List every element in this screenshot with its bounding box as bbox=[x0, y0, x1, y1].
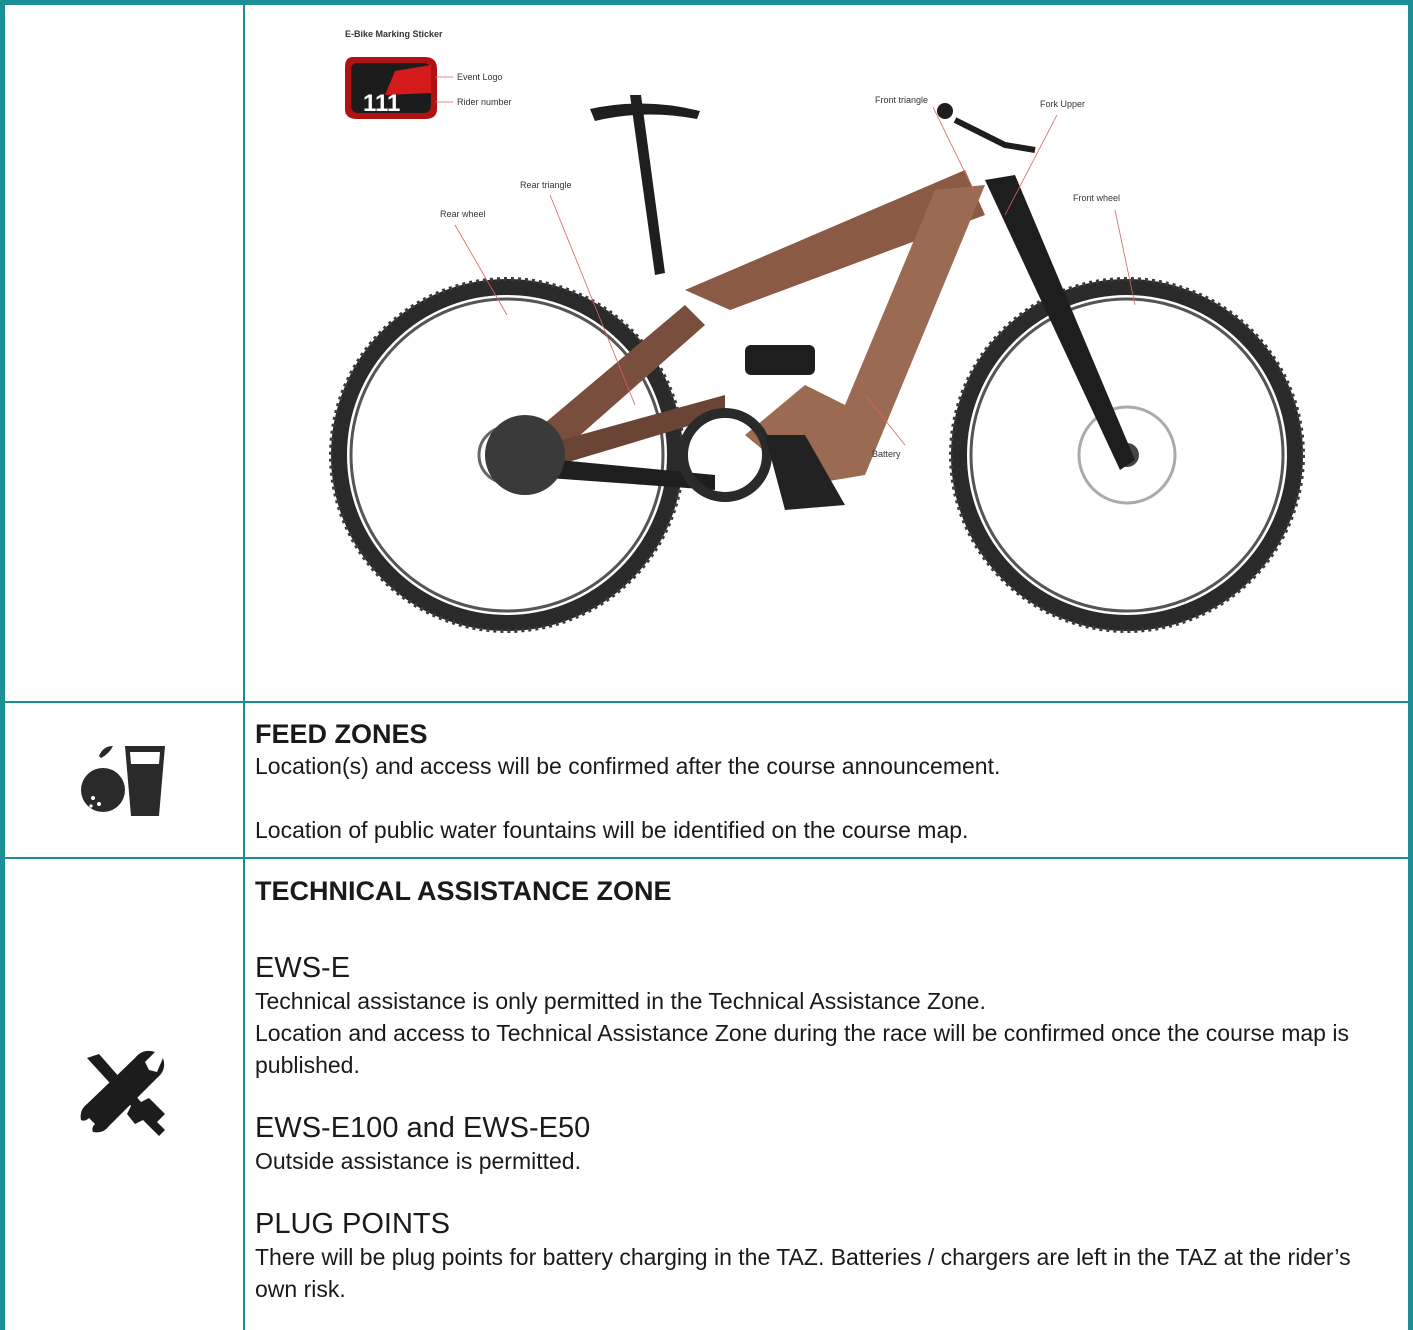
label-fork-upper: Fork Upper bbox=[1040, 99, 1085, 109]
label-event-logo: Event Logo bbox=[457, 72, 503, 82]
label-front-triangle: Front triangle bbox=[875, 95, 928, 105]
label-front-wheel: Front wheel bbox=[1073, 193, 1120, 203]
feed-zones-heading: FEED ZONES bbox=[255, 719, 428, 749]
ebike-marking-diagram: E-Bike Marking Sticker 111 Event Logo Ri… bbox=[329, 29, 1305, 633]
feed-zones-text-cell: FEED ZONES Location(s) and access will b… bbox=[245, 703, 1408, 857]
ewse-line-1: Technical assistance is only permitted i… bbox=[255, 988, 986, 1014]
marking-sticker: 111 bbox=[345, 57, 437, 119]
plug-points-title: PLUG POINTS bbox=[255, 1208, 450, 1240]
label-rider-number: Rider number bbox=[457, 97, 512, 107]
e100-title: EWS-E100 and EWS-E50 bbox=[255, 1112, 591, 1144]
plug-points-line: There will be plug points for battery ch… bbox=[255, 1244, 1351, 1302]
tools-icon bbox=[80, 1050, 165, 1136]
sticker-number: 111 bbox=[363, 90, 400, 117]
taz-text-cell: TECHNICAL ASSISTANCE ZONE EWS-E Technica… bbox=[245, 859, 1408, 1330]
bike-diagram-cell: E-Bike Marking Sticker 111 Event Logo Ri… bbox=[245, 5, 1408, 701]
feed-zones-line-1: Location(s) and access will be confirmed… bbox=[255, 753, 1001, 779]
feed-zones-icon-cell bbox=[5, 703, 243, 857]
feed-zones-line-2: Location of public water fountains will … bbox=[255, 817, 969, 843]
e100-line: Outside assistance is permitted. bbox=[255, 1148, 581, 1174]
fruit-and-drink-icon bbox=[81, 746, 165, 816]
sticker-title: E-Bike Marking Sticker bbox=[345, 29, 443, 39]
ewse-line-2: Location and access to Technical Assista… bbox=[255, 1020, 1349, 1078]
label-rear-triangle: Rear triangle bbox=[520, 180, 572, 190]
label-rear-wheel: Rear wheel bbox=[440, 209, 486, 219]
ewse-title: EWS-E bbox=[255, 952, 351, 984]
taz-heading: TECHNICAL ASSISTANCE ZONE bbox=[255, 876, 672, 906]
label-battery: Battery bbox=[872, 449, 901, 459]
taz-icon-cell bbox=[5, 859, 243, 1330]
